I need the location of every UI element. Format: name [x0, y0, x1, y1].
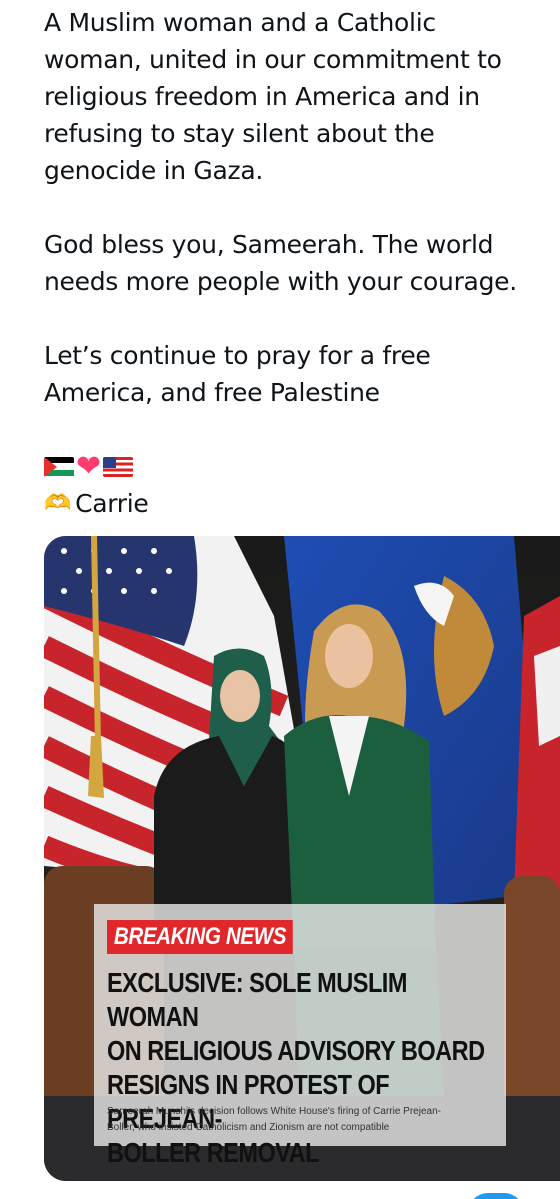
- floating-action-button[interactable]: [468, 1193, 524, 1199]
- emoji-row: ❤: [44, 448, 544, 485]
- signature: Carrie: [75, 489, 149, 518]
- news-headline: EXCLUSIVE: SOLE MUSLIM WOMAN ON RELIGIOU…: [107, 967, 485, 1168]
- heart-icon: ❤: [76, 448, 101, 484]
- post-paragraph-1: A Muslim woman and a Catholic woman, uni…: [44, 8, 502, 185]
- news-overlay: BREAKING NEWS EXCLUSIVE: SOLE MUSLIM WOM…: [94, 904, 506, 1168]
- heart-hands-icon: 🫶: [44, 491, 72, 516]
- signature-row: 🫶 Carrie: [44, 485, 544, 522]
- post-paragraph-2: God bless you, Sameerah. The world needs…: [44, 230, 517, 296]
- post-paragraph-3: Let’s continue to pray for a free Americ…: [44, 341, 431, 407]
- palestine-flag-icon: [44, 456, 74, 477]
- post-text: A Muslim woman and a Catholic woman, uni…: [44, 4, 544, 522]
- us-flag-icon: [102, 456, 133, 477]
- breaking-news-label: BREAKING NEWS: [107, 920, 293, 954]
- news-subhead: Sameerah Munshi's decision follows White…: [107, 1106, 441, 1133]
- post-photo[interactable]: BREAKING NEWS EXCLUSIVE: SOLE MUSLIM WOM…: [44, 536, 560, 1181]
